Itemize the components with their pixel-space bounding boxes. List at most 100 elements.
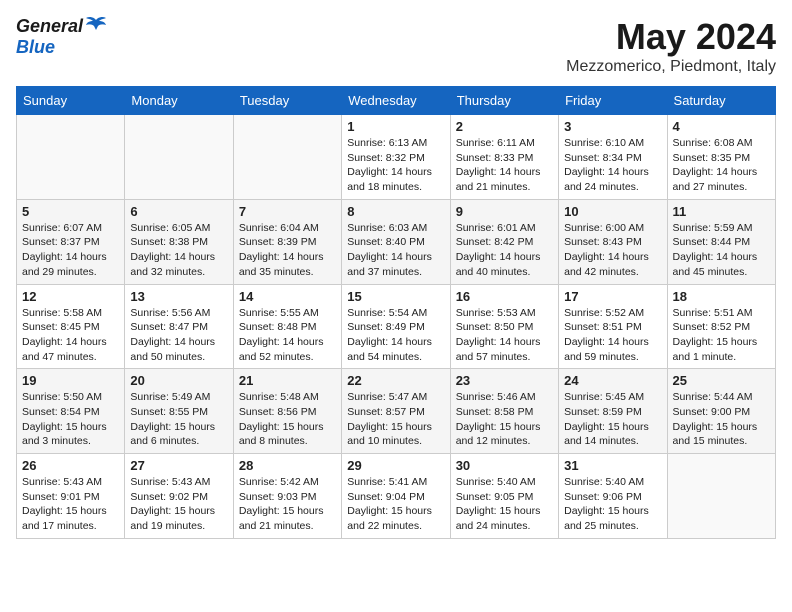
day-info: Sunrise: 5:49 AM Sunset: 8:55 PM Dayligh… xyxy=(130,390,227,449)
logo-blue: Blue xyxy=(16,37,55,58)
calendar-cell: 6 Sunrise: 6:05 AM Sunset: 8:38 PM Daylig… xyxy=(125,199,233,284)
calendar-cell xyxy=(667,454,775,539)
day-number: 30 xyxy=(456,458,553,473)
day-number: 12 xyxy=(22,289,119,304)
day-info: Sunrise: 6:04 AM Sunset: 8:39 PM Dayligh… xyxy=(239,221,336,280)
logo: General Blue xyxy=(16,16,107,58)
calendar-cell: 9 Sunrise: 6:01 AM Sunset: 8:42 PM Daylig… xyxy=(450,199,558,284)
title-area: May 2024 Mezzomerico, Piedmont, Italy xyxy=(566,16,776,76)
day-info: Sunrise: 6:11 AM Sunset: 8:33 PM Dayligh… xyxy=(456,136,553,195)
day-info: Sunrise: 5:44 AM Sunset: 9:00 PM Dayligh… xyxy=(673,390,770,449)
location-title: Mezzomerico, Piedmont, Italy xyxy=(566,58,776,76)
day-number: 31 xyxy=(564,458,661,473)
day-number: 28 xyxy=(239,458,336,473)
calendar-cell: 18 Sunrise: 5:51 AM Sunset: 8:52 PM Dayli… xyxy=(667,284,775,369)
day-info: Sunrise: 5:50 AM Sunset: 8:54 PM Dayligh… xyxy=(22,390,119,449)
day-number: 21 xyxy=(239,373,336,388)
calendar-cell: 23 Sunrise: 5:46 AM Sunset: 8:58 PM Dayli… xyxy=(450,369,558,454)
calendar-cell: 16 Sunrise: 5:53 AM Sunset: 8:50 PM Dayli… xyxy=(450,284,558,369)
logo-bird-icon xyxy=(85,16,107,36)
calendar-cell: 28 Sunrise: 5:42 AM Sunset: 9:03 PM Dayli… xyxy=(233,454,341,539)
day-header-thursday: Thursday xyxy=(450,87,558,115)
day-info: Sunrise: 6:00 AM Sunset: 8:43 PM Dayligh… xyxy=(564,221,661,280)
day-info: Sunrise: 5:42 AM Sunset: 9:03 PM Dayligh… xyxy=(239,475,336,534)
day-info: Sunrise: 6:10 AM Sunset: 8:34 PM Dayligh… xyxy=(564,136,661,195)
calendar-cell: 2 Sunrise: 6:11 AM Sunset: 8:33 PM Daylig… xyxy=(450,115,558,200)
day-info: Sunrise: 5:45 AM Sunset: 8:59 PM Dayligh… xyxy=(564,390,661,449)
day-header-friday: Friday xyxy=(559,87,667,115)
calendar-cell xyxy=(17,115,125,200)
day-info: Sunrise: 5:52 AM Sunset: 8:51 PM Dayligh… xyxy=(564,306,661,365)
calendar-cell: 13Sunrise: 5:56 AM Sunset: 8:47 PM Dayli… xyxy=(125,284,233,369)
calendar-cell: 31 Sunrise: 5:40 AM Sunset: 9:06 PM Dayli… xyxy=(559,454,667,539)
day-number: 23 xyxy=(456,373,553,388)
calendar-cell: 29Sunrise: 5:41 AM Sunset: 9:04 PM Dayli… xyxy=(342,454,450,539)
day-info: Sunrise: 6:01 AM Sunset: 8:42 PM Dayligh… xyxy=(456,221,553,280)
header: General Blue May 2024 Mezzomerico, Piedm… xyxy=(16,16,776,76)
day-number: 26 xyxy=(22,458,119,473)
calendar-cell: 17 Sunrise: 5:52 AM Sunset: 8:51 PM Dayli… xyxy=(559,284,667,369)
calendar-cell: 10 Sunrise: 6:00 AM Sunset: 8:43 PM Dayli… xyxy=(559,199,667,284)
day-info: Sunrise: 5:47 AM Sunset: 8:57 PM Dayligh… xyxy=(347,390,444,449)
calendar-cell: 21 Sunrise: 5:48 AM Sunset: 8:56 PM Dayli… xyxy=(233,369,341,454)
day-number: 7 xyxy=(239,204,336,219)
calendar-cell xyxy=(125,115,233,200)
day-header-sunday: Sunday xyxy=(17,87,125,115)
day-number: 14 xyxy=(239,289,336,304)
day-info: Sunrise: 6:13 AM Sunset: 8:32 PM Dayligh… xyxy=(347,136,444,195)
day-header-tuesday: Tuesday xyxy=(233,87,341,115)
calendar-cell: 30 Sunrise: 5:40 AM Sunset: 9:05 PM Dayli… xyxy=(450,454,558,539)
day-info: Sunrise: 5:43 AM Sunset: 9:01 PM Dayligh… xyxy=(22,475,119,534)
day-info: Sunrise: 5:40 AM Sunset: 9:06 PM Dayligh… xyxy=(564,475,661,534)
calendar-cell: 3Sunrise: 6:10 AM Sunset: 8:34 PM Daylig… xyxy=(559,115,667,200)
day-number: 19 xyxy=(22,373,119,388)
calendar-cell: 7 Sunrise: 6:04 AM Sunset: 8:39 PM Daylig… xyxy=(233,199,341,284)
day-number: 5 xyxy=(22,204,119,219)
calendar-cell: 12 Sunrise: 5:58 AM Sunset: 8:45 PM Dayli… xyxy=(17,284,125,369)
calendar-cell: 4Sunrise: 6:08 AM Sunset: 8:35 PM Daylig… xyxy=(667,115,775,200)
day-info: Sunrise: 5:51 AM Sunset: 8:52 PM Dayligh… xyxy=(673,306,770,365)
day-info: Sunrise: 6:03 AM Sunset: 8:40 PM Dayligh… xyxy=(347,221,444,280)
day-number: 20 xyxy=(130,373,227,388)
week-row-4: 19 Sunrise: 5:50 AM Sunset: 8:54 PM Dayli… xyxy=(17,369,776,454)
week-row-5: 26 Sunrise: 5:43 AM Sunset: 9:01 PM Dayli… xyxy=(17,454,776,539)
day-info: Sunrise: 5:53 AM Sunset: 8:50 PM Dayligh… xyxy=(456,306,553,365)
day-number: 16 xyxy=(456,289,553,304)
week-row-3: 12 Sunrise: 5:58 AM Sunset: 8:45 PM Dayli… xyxy=(17,284,776,369)
day-number: 17 xyxy=(564,289,661,304)
day-header-monday: Monday xyxy=(125,87,233,115)
calendar-cell xyxy=(233,115,341,200)
day-number: 15 xyxy=(347,289,444,304)
calendar-cell: 25 Sunrise: 5:44 AM Sunset: 9:00 PM Dayli… xyxy=(667,369,775,454)
day-number: 6 xyxy=(130,204,227,219)
day-info: Sunrise: 6:05 AM Sunset: 8:38 PM Dayligh… xyxy=(130,221,227,280)
calendar-cell: 15Sunrise: 5:54 AM Sunset: 8:49 PM Dayli… xyxy=(342,284,450,369)
day-number: 10 xyxy=(564,204,661,219)
day-info: Sunrise: 5:46 AM Sunset: 8:58 PM Dayligh… xyxy=(456,390,553,449)
calendar-cell: 14Sunrise: 5:55 AM Sunset: 8:48 PM Dayli… xyxy=(233,284,341,369)
day-number: 13 xyxy=(130,289,227,304)
calendar-cell: 22Sunrise: 5:47 AM Sunset: 8:57 PM Dayli… xyxy=(342,369,450,454)
day-info: Sunrise: 5:48 AM Sunset: 8:56 PM Dayligh… xyxy=(239,390,336,449)
day-number: 9 xyxy=(456,204,553,219)
week-row-1: 1Sunrise: 6:13 AM Sunset: 8:32 PM Daylig… xyxy=(17,115,776,200)
day-number: 29 xyxy=(347,458,444,473)
day-number: 18 xyxy=(673,289,770,304)
calendar-cell: 24Sunrise: 5:45 AM Sunset: 8:59 PM Dayli… xyxy=(559,369,667,454)
calendar-table: SundayMondayTuesdayWednesdayThursdayFrid… xyxy=(16,86,776,539)
day-number: 27 xyxy=(130,458,227,473)
day-number: 11 xyxy=(673,204,770,219)
day-info: Sunrise: 5:43 AM Sunset: 9:02 PM Dayligh… xyxy=(130,475,227,534)
month-title: May 2024 xyxy=(566,16,776,58)
day-info: Sunrise: 6:07 AM Sunset: 8:37 PM Dayligh… xyxy=(22,221,119,280)
calendar-cell: 8Sunrise: 6:03 AM Sunset: 8:40 PM Daylig… xyxy=(342,199,450,284)
calendar-cell: 5 Sunrise: 6:07 AM Sunset: 8:37 PM Daylig… xyxy=(17,199,125,284)
day-number: 2 xyxy=(456,119,553,134)
logo-general: General xyxy=(16,16,83,37)
day-number: 25 xyxy=(673,373,770,388)
day-header-wednesday: Wednesday xyxy=(342,87,450,115)
calendar-cell: 19 Sunrise: 5:50 AM Sunset: 8:54 PM Dayli… xyxy=(17,369,125,454)
day-info: Sunrise: 5:40 AM Sunset: 9:05 PM Dayligh… xyxy=(456,475,553,534)
day-header-saturday: Saturday xyxy=(667,87,775,115)
day-info: Sunrise: 5:58 AM Sunset: 8:45 PM Dayligh… xyxy=(22,306,119,365)
